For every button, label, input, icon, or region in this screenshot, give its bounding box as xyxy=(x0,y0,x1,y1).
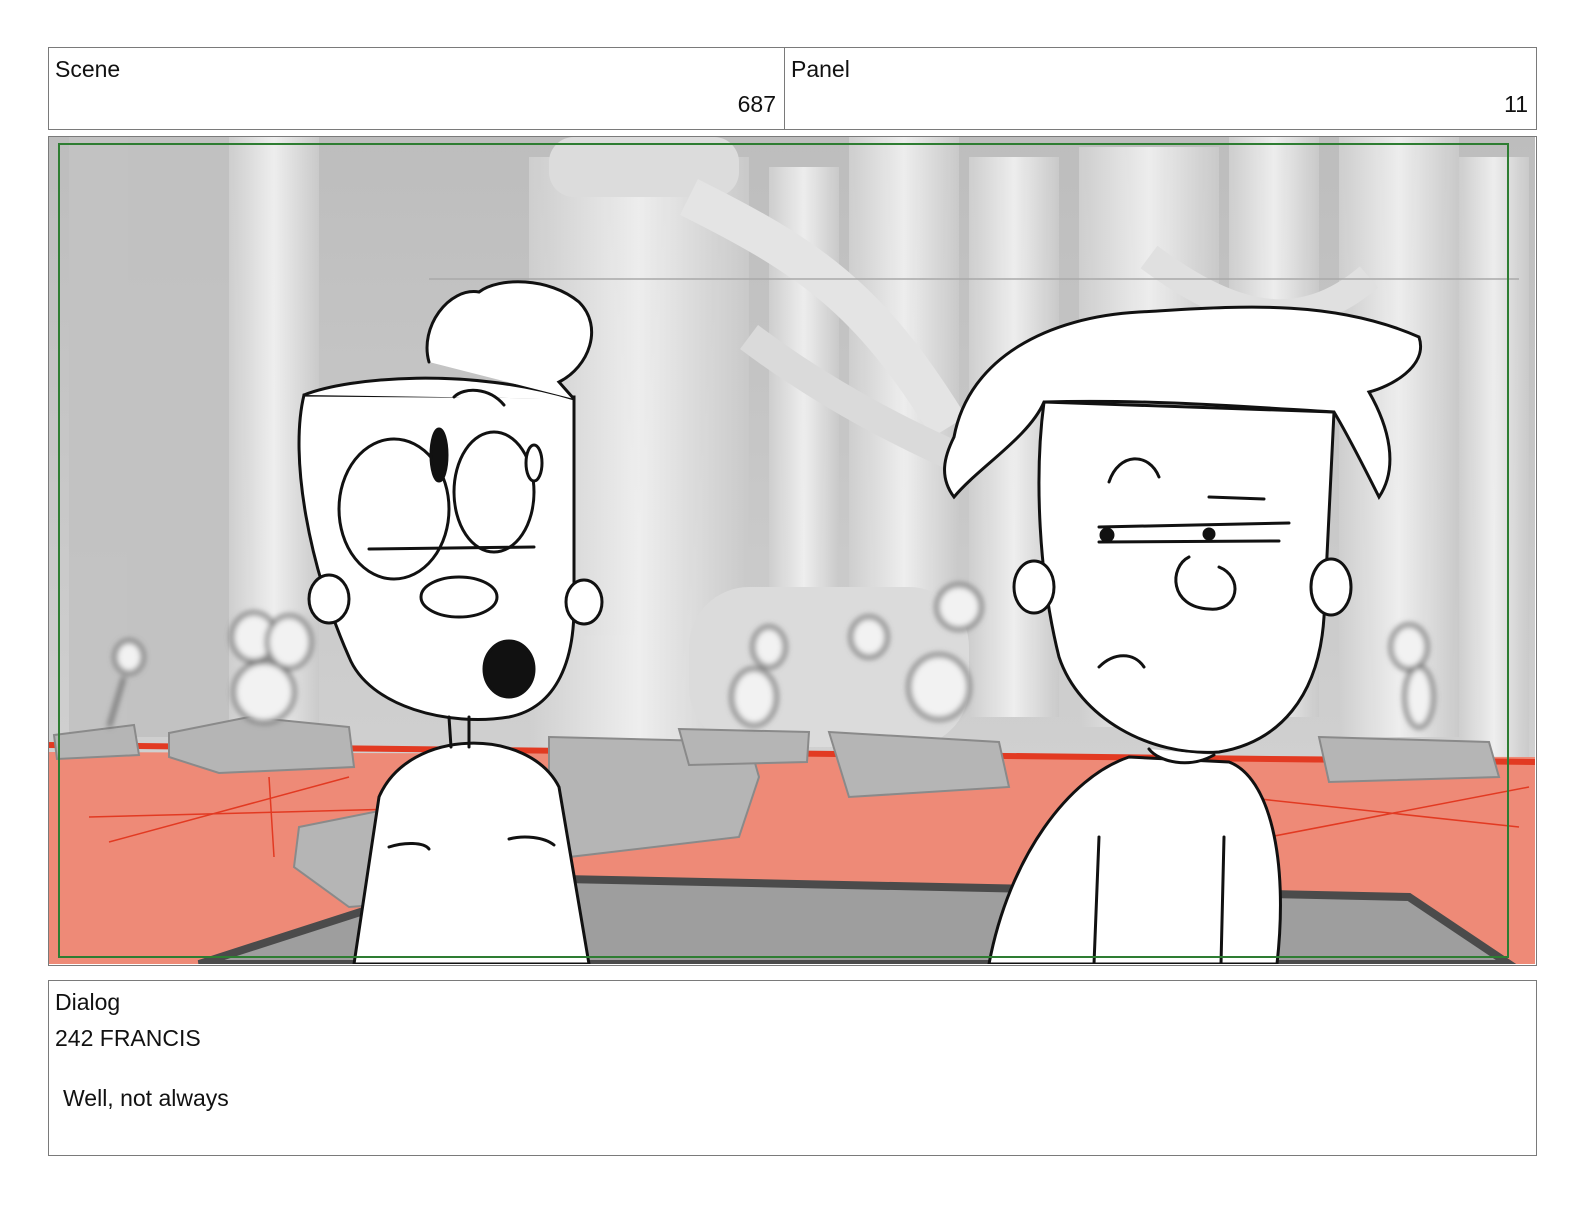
dialog-line: Well, not always xyxy=(63,1085,229,1111)
scene-cell: Scene 687 xyxy=(48,47,785,130)
scene-number: 687 xyxy=(737,91,776,117)
panel-number: 11 xyxy=(1504,91,1528,117)
scene-label: Scene xyxy=(55,56,121,82)
storyboard-drawing xyxy=(49,137,1535,964)
storyboard-frame xyxy=(48,136,1537,966)
dialog-box: Dialog 242 FRANCIS Well, not always xyxy=(48,980,1537,1156)
panel-cell: Panel 11 xyxy=(784,47,1537,130)
dialog-speaker: 242 FRANCIS xyxy=(55,1025,201,1051)
dialog-label: Dialog xyxy=(55,989,121,1015)
panel-label: Panel xyxy=(791,56,850,82)
